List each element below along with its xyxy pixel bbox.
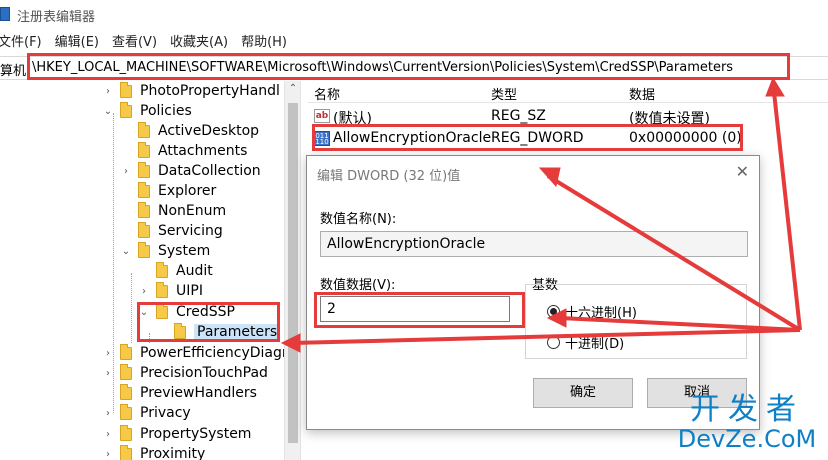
arrow-to-input — [559, 316, 801, 332]
arrow-to-parameters — [291, 328, 801, 345]
annotation-arrows — [280, 76, 802, 353]
arrowhead-icon — [546, 308, 567, 328]
arrowhead-icon — [538, 167, 561, 188]
arrowhead-icon — [280, 333, 301, 353]
arrowhead-icon — [765, 76, 785, 97]
arrow-to-dword-row — [546, 174, 802, 332]
arrow-to-address — [772, 91, 802, 331]
